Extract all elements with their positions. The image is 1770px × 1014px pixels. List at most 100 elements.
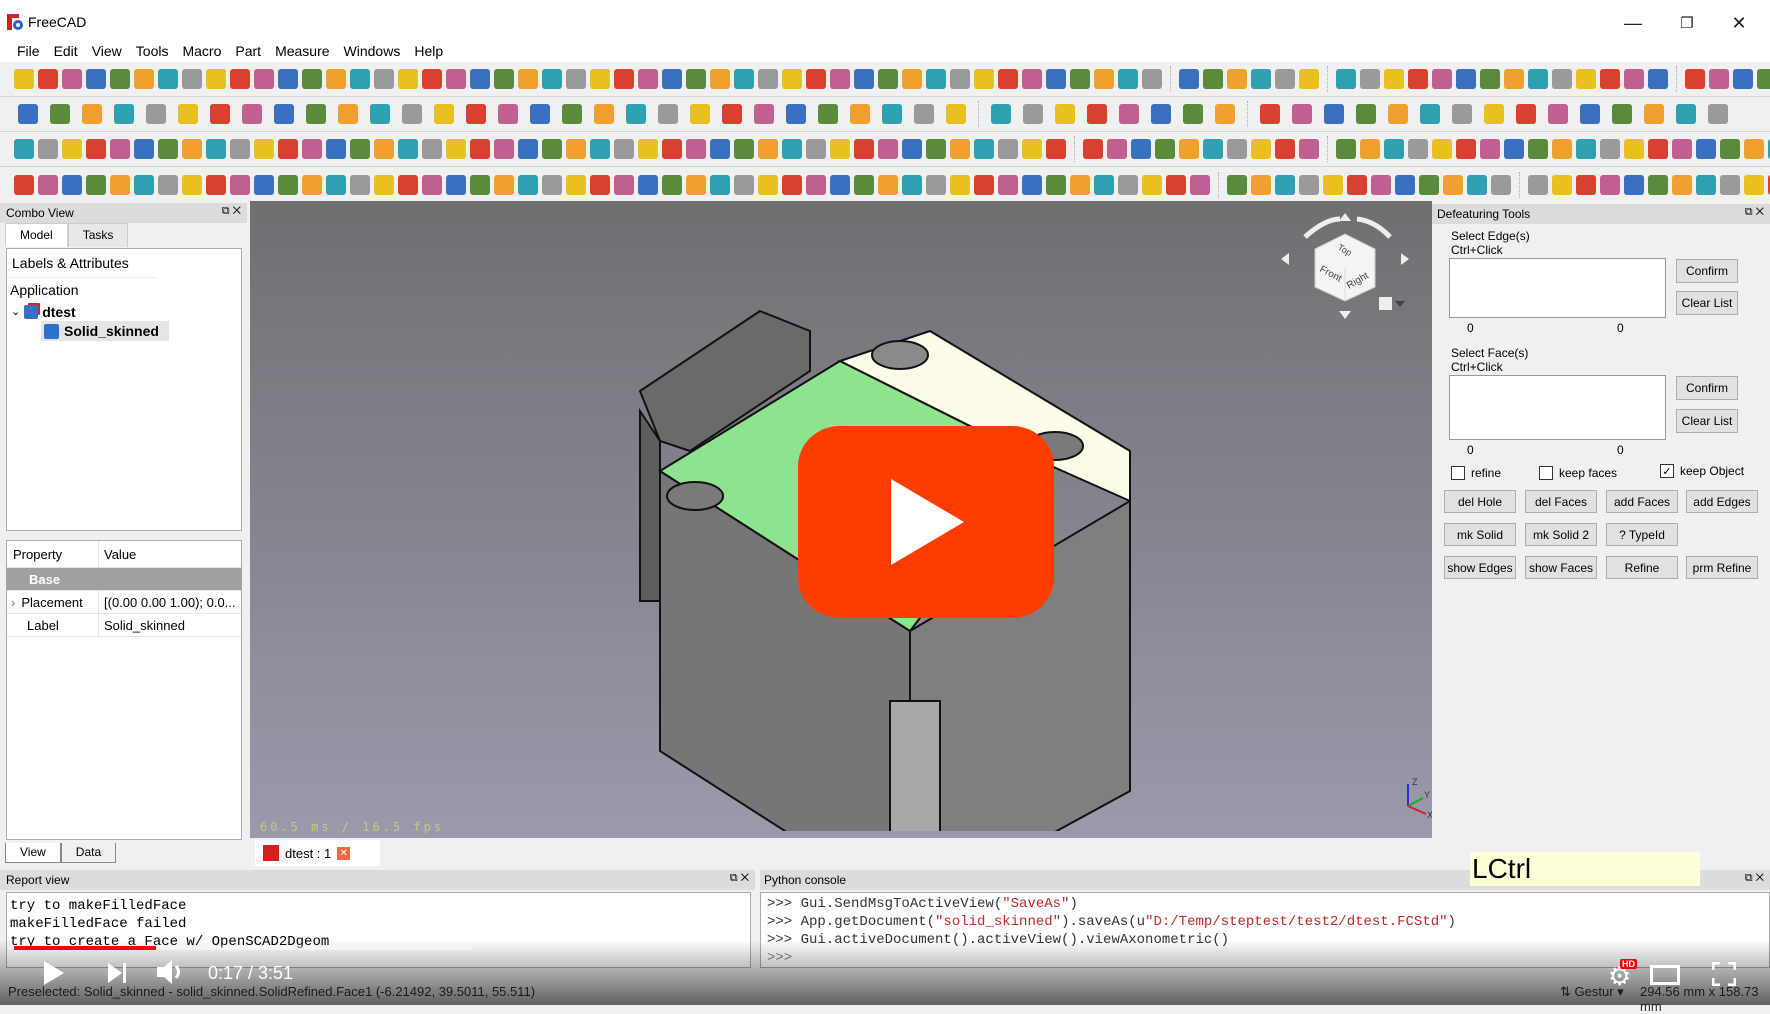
- toolbar-button[interactable]: [926, 171, 946, 199]
- toolbar-button[interactable]: [1384, 100, 1412, 128]
- menu-view[interactable]: View: [85, 43, 129, 59]
- menu-edit[interactable]: Edit: [47, 43, 85, 59]
- toolbar-button[interactable]: [302, 65, 322, 93]
- toolbar-button[interactable]: [998, 135, 1018, 163]
- toolbar-button[interactable]: [422, 135, 442, 163]
- checkbox-box[interactable]: [1451, 466, 1465, 480]
- toolbar-button[interactable]: [350, 65, 370, 93]
- toolbar-button[interactable]: [1432, 135, 1452, 163]
- menu-windows[interactable]: Windows: [337, 43, 408, 59]
- toolbar-button[interactable]: [1456, 65, 1476, 93]
- toolbar-button[interactable]: [230, 65, 250, 93]
- toolbar-button[interactable]: [1576, 171, 1596, 199]
- toolbar-button[interactable]: [1275, 171, 1295, 199]
- toolbar-button[interactable]: [950, 171, 970, 199]
- minimize-button[interactable]: —: [1610, 8, 1656, 38]
- toolbar-button[interactable]: [1528, 135, 1548, 163]
- tab-model[interactable]: Model: [5, 223, 68, 247]
- toolbar-button[interactable]: [1419, 171, 1439, 199]
- toolbar-button[interactable]: [278, 171, 298, 199]
- float-icon[interactable]: ⧉: [1745, 872, 1753, 884]
- toolbar-button[interactable]: [1046, 135, 1066, 163]
- toolbar-button[interactable]: [302, 135, 322, 163]
- toolbar-button[interactable]: [758, 135, 778, 163]
- toolbar-button[interactable]: [1046, 65, 1066, 93]
- fullscreen-button[interactable]: [1711, 961, 1737, 987]
- video-play-button[interactable]: [42, 960, 66, 991]
- toolbar-button[interactable]: [1624, 135, 1644, 163]
- toolbar-button[interactable]: [1456, 135, 1476, 163]
- toolbar-button[interactable]: [1179, 135, 1199, 163]
- mk-solid-button[interactable]: mk Solid: [1444, 523, 1516, 546]
- toolbar-button[interactable]: [158, 171, 178, 199]
- toolbar-button[interactable]: [1118, 171, 1138, 199]
- toolbar-button[interactable]: [462, 100, 490, 128]
- toolbar-button[interactable]: [1504, 135, 1524, 163]
- toolbar-button[interactable]: [238, 100, 266, 128]
- menu-part[interactable]: Part: [228, 43, 268, 59]
- checkbox-box[interactable]: [1539, 466, 1553, 480]
- toolbar-button[interactable]: [1733, 65, 1753, 93]
- toolbar-button[interactable]: [1046, 171, 1066, 199]
- toolbar-button[interactable]: [558, 100, 586, 128]
- toolbar-button[interactable]: [1648, 135, 1668, 163]
- menu-measure[interactable]: Measure: [268, 43, 336, 59]
- toolbar-button[interactable]: [1648, 65, 1668, 93]
- toolbar-button[interactable]: [182, 65, 202, 93]
- toolbar-button[interactable]: [134, 135, 154, 163]
- toolbar-button[interactable]: [1448, 100, 1476, 128]
- menu-macro[interactable]: Macro: [175, 43, 228, 59]
- toolbar-button[interactable]: [62, 65, 82, 93]
- toolbar-button[interactable]: [1600, 171, 1620, 199]
- toolbar-button[interactable]: [158, 65, 178, 93]
- chevron-right-icon[interactable]: ›: [11, 595, 15, 610]
- toolbar-button[interactable]: [926, 135, 946, 163]
- toolbar-button[interactable]: [942, 100, 970, 128]
- 3d-viewport[interactable]: Top Front Right ZYX 60.5 ms / 16.5 fps: [250, 201, 1433, 838]
- toolbar-button[interactable]: [614, 65, 634, 93]
- toolbar-button[interactable]: [1672, 171, 1692, 199]
- toolbar-button[interactable]: [734, 171, 754, 199]
- toolbar-button[interactable]: [734, 135, 754, 163]
- keep-faces-checkbox[interactable]: keep faces: [1539, 466, 1617, 480]
- toolbar-button[interactable]: [830, 65, 850, 93]
- restore-button[interactable]: ❐: [1664, 8, 1710, 38]
- close-tab-icon[interactable]: ✕: [337, 846, 351, 860]
- close-window-button[interactable]: ✕: [1716, 8, 1762, 38]
- toolbar-button[interactable]: [814, 100, 842, 128]
- toolbar-button[interactable]: [1552, 171, 1572, 199]
- toolbar-button[interactable]: [78, 100, 106, 128]
- toolbar-button[interactable]: [1022, 65, 1042, 93]
- toolbar-button[interactable]: [614, 171, 634, 199]
- toolbar-button[interactable]: [1166, 171, 1186, 199]
- toolbar-button[interactable]: [494, 171, 514, 199]
- float-icon[interactable]: ⧉: [1745, 206, 1753, 218]
- menu-file[interactable]: File: [10, 43, 47, 59]
- toolbar-button[interactable]: [134, 65, 154, 93]
- toolbar-button[interactable]: [1083, 100, 1111, 128]
- toolbar-button[interactable]: [878, 100, 906, 128]
- toolbar-button[interactable]: [1544, 100, 1572, 128]
- toolbar-button[interactable]: [422, 171, 442, 199]
- toolbar-button[interactable]: [782, 135, 802, 163]
- toolbar-button[interactable]: [1051, 100, 1079, 128]
- toolbar-button[interactable]: [1696, 171, 1716, 199]
- property-group-base[interactable]: Base: [7, 568, 241, 591]
- toolbar-button[interactable]: [62, 171, 82, 199]
- face-list[interactable]: [1449, 375, 1666, 440]
- toolbar-button[interactable]: [758, 65, 778, 93]
- toolbar-button[interactable]: [1491, 171, 1511, 199]
- navigation-cube[interactable]: Top Front Right: [1275, 209, 1415, 329]
- toolbar-button[interactable]: [1336, 65, 1356, 93]
- float-icon[interactable]: ⧉: [222, 205, 230, 217]
- toolbar-button[interactable]: [718, 100, 746, 128]
- toolbar-button[interactable]: [1432, 65, 1452, 93]
- toolbar-button[interactable]: [902, 65, 922, 93]
- toolbar-button[interactable]: [398, 171, 418, 199]
- toolbar-button[interactable]: [46, 100, 74, 128]
- toolbar-button[interactable]: [494, 65, 514, 93]
- clear-edges-button[interactable]: Clear List: [1676, 291, 1738, 315]
- toolbar-button[interactable]: [1115, 100, 1143, 128]
- toolbar-button[interactable]: [878, 65, 898, 93]
- toolbar-button[interactable]: [1227, 65, 1247, 93]
